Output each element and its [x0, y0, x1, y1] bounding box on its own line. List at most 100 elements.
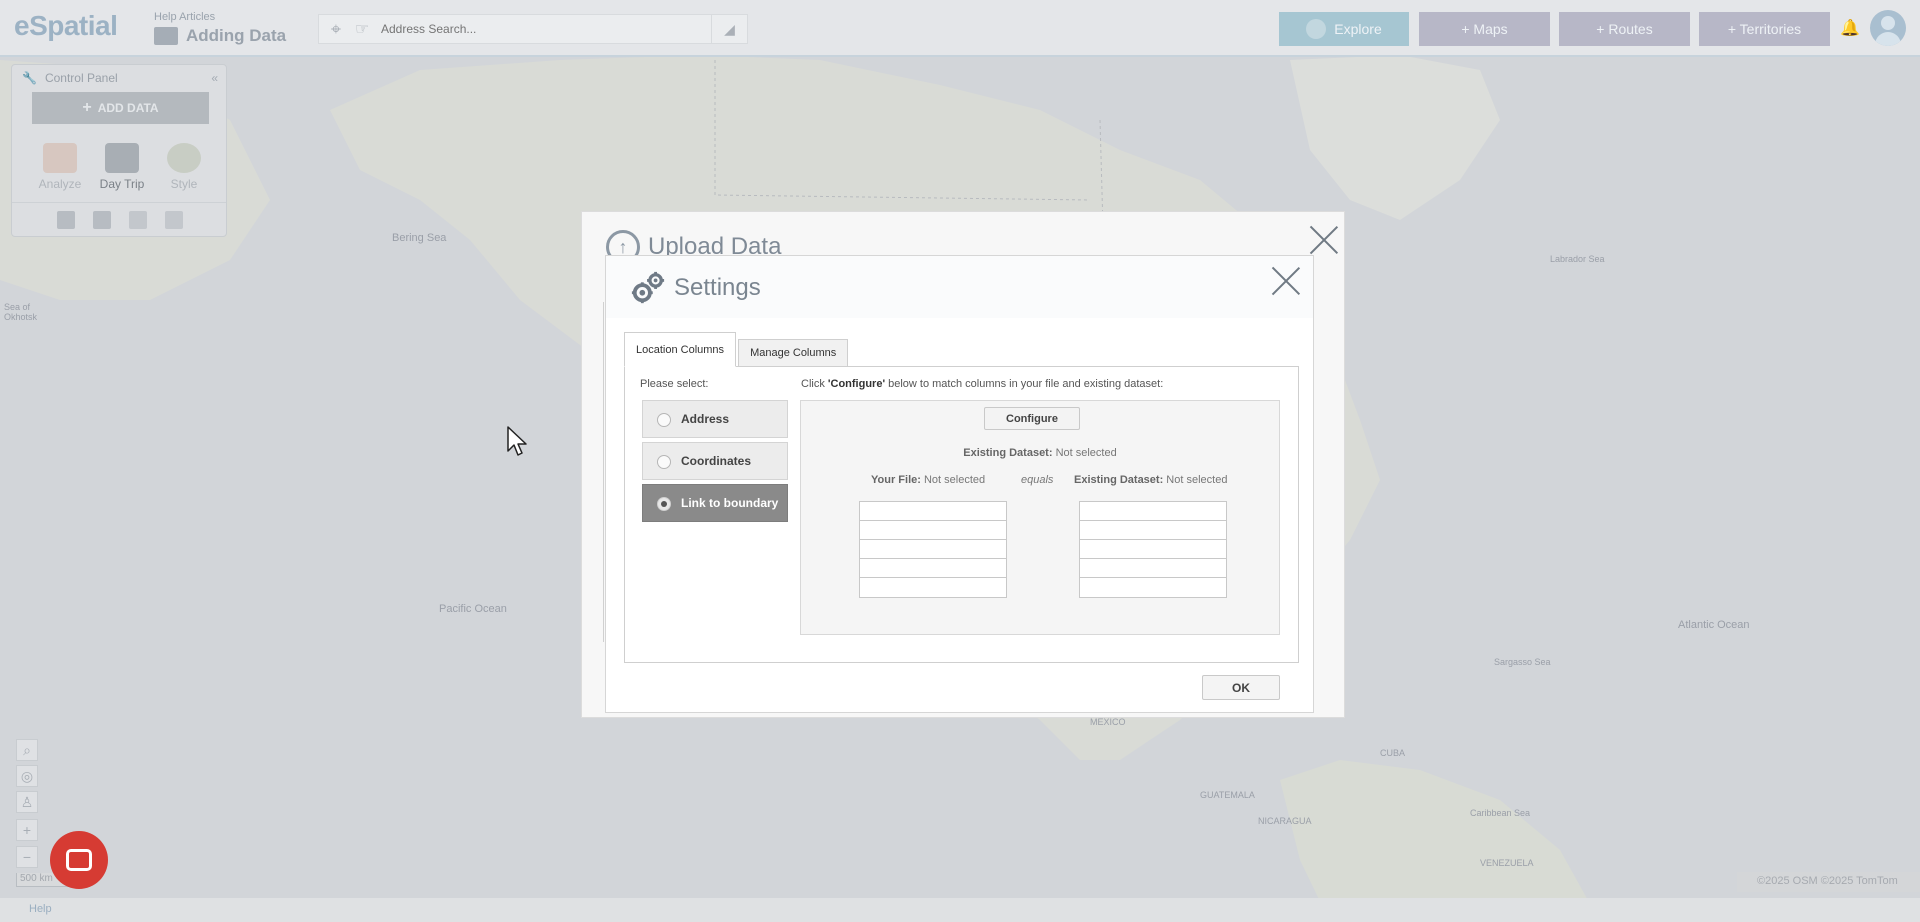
zoom-in-button[interactable]: + [16, 819, 38, 841]
top-bar: eSpatial Help Articles Adding Data ⌖ ☞ ◢… [0, 0, 1920, 57]
explore-button-label: Explore [1334, 21, 1382, 37]
map-label-nicaragua: NICARAGUA [1258, 816, 1312, 826]
please-select-label: Please select: [640, 378, 709, 390]
location-pin-icon[interactable]: ⌖ [323, 16, 349, 42]
list-item[interactable] [1080, 559, 1226, 578]
compass-icon [1306, 19, 1327, 39]
user-avatar[interactable] [1870, 10, 1906, 46]
map-label-venezuela: VENEZUELA [1480, 858, 1534, 868]
map-pointer-icon[interactable]: ☞ [349, 18, 375, 40]
list-item[interactable] [860, 578, 1006, 597]
address-search-input[interactable] [375, 15, 711, 43]
share-icon[interactable] [129, 211, 147, 229]
address-radio[interactable] [657, 413, 671, 427]
mouse-cursor-icon [507, 426, 527, 456]
option-address-label: Address [681, 412, 730, 426]
help-article-title[interactable]: Adding Data [154, 26, 286, 46]
list-item[interactable] [860, 559, 1006, 578]
car-icon [105, 143, 139, 173]
settings-dialog-title: Settings [674, 274, 761, 301]
map-label-atlantic-ocean: Atlantic Ocean [1678, 619, 1750, 631]
existing-dataset-value: Not selected [1052, 447, 1117, 459]
option-link-to-boundary[interactable]: Link to boundary [642, 484, 788, 522]
map-label-pacific-ocean: Pacific Ocean [439, 603, 507, 615]
locate-icon[interactable]: ◎ [16, 765, 38, 787]
day-trip-tool-label: Day Trip [99, 177, 145, 191]
zoom-out-button[interactable]: − [16, 846, 38, 868]
coordinates-radio[interactable] [657, 455, 671, 469]
list-item[interactable] [860, 540, 1006, 559]
control-panel-footer [57, 211, 183, 229]
add-data-button-label: ADD DATA [97, 101, 159, 115]
export-icon[interactable] [165, 211, 183, 229]
collapse-panel-icon[interactable]: « [211, 71, 218, 85]
equals-label: equals [1021, 474, 1054, 486]
add-routes-button[interactable]: + Routes [1559, 12, 1690, 46]
map-label-labrador-sea: Labrador Sea [1550, 254, 1605, 264]
list-item[interactable] [1080, 578, 1226, 597]
control-panel-tools: Analyze Day Trip Style [32, 143, 212, 191]
address-search-bar: ⌖ ☞ ◢ [318, 14, 748, 44]
settings-dialog: Settings Location Columns Manage Columns… [605, 255, 1314, 713]
existing-dataset-column-list[interactable] [1079, 501, 1227, 598]
your-file-column-list[interactable] [859, 501, 1007, 598]
ok-button[interactable]: OK [1202, 675, 1280, 700]
configure-button[interactable]: Configure [984, 407, 1080, 430]
option-coordinates-label: Coordinates [681, 454, 752, 468]
day-trip-tool[interactable]: Day Trip [94, 143, 150, 191]
street-view-icon[interactable]: ♙ [16, 791, 38, 813]
help-articles-label: Help Articles [154, 11, 216, 23]
explore-button[interactable]: Explore [1279, 12, 1409, 46]
existing-dataset-label: Existing Dataset: [963, 447, 1053, 459]
control-panel-header: 🔧 Control Panel [12, 65, 226, 91]
style-tool-label: Style [170, 177, 198, 191]
existing-dataset-column-label: Existing Dataset: [1074, 474, 1164, 486]
add-territories-button[interactable]: + Territories [1699, 12, 1830, 46]
instruction-prefix: Click [801, 378, 828, 390]
add-data-button[interactable]: + ADD DATA [32, 92, 209, 124]
search-options-icon[interactable]: ◢ [711, 15, 747, 43]
map-label-sea-of-okhotsk: Sea of Okhotsk [4, 302, 38, 322]
location-columns-panel: Please select: Address Coordinates Link … [624, 366, 1299, 663]
option-link-to-boundary-label: Link to boundary [681, 496, 779, 510]
map-copyright: ©2025 OSM ©2025 TomTom [1737, 872, 1920, 892]
settings-title-group: Settings [630, 270, 761, 306]
your-file-status: Your File: Not selected [871, 474, 985, 486]
analyze-icon [43, 143, 77, 173]
plus-icon: + [82, 99, 92, 116]
list-item[interactable] [1080, 521, 1226, 540]
option-address[interactable]: Address [642, 400, 788, 438]
list-item[interactable] [860, 521, 1006, 540]
help-link-text[interactable]: Help [29, 903, 52, 915]
wrench-icon: 🔧 [22, 71, 37, 85]
map-label-mexico: MÉXICO [1090, 717, 1126, 727]
chat-button[interactable] [50, 831, 108, 889]
open-folder-icon[interactable] [93, 211, 111, 229]
save-icon[interactable] [57, 211, 75, 229]
existing-dataset-column-status: Existing Dataset: Not selected [1074, 474, 1227, 486]
tab-location-columns[interactable]: Location Columns [624, 332, 737, 367]
espatial-logo[interactable]: eSpatial [14, 10, 118, 42]
analyze-tool[interactable]: Analyze [32, 143, 88, 191]
style-tool[interactable]: Style [156, 143, 212, 191]
instruction-suffix: below to match columns in your file and … [885, 378, 1164, 390]
notification-bell-icon[interactable]: 🔔 [1840, 18, 1860, 38]
option-coordinates[interactable]: Coordinates [642, 442, 788, 480]
map-label-bering-sea: Bering Sea [392, 232, 447, 244]
instruction-configure-word: 'Configure' [827, 378, 886, 390]
list-item[interactable] [860, 502, 1006, 521]
gears-icon [631, 271, 665, 304]
zoom-to-area-icon[interactable]: ⌕ [16, 739, 38, 761]
analyze-tool-label: Analyze [38, 177, 82, 191]
settings-dialog-close-icon[interactable] [1271, 266, 1301, 296]
style-palette-icon [167, 143, 201, 173]
help-article-title-text: Adding Data [186, 26, 287, 45]
map-label-cuba: CUBA [1380, 748, 1406, 758]
list-item[interactable] [1080, 502, 1226, 521]
map-label-sargasso-sea: Sargasso Sea [1494, 657, 1551, 667]
upload-dialog-close-icon[interactable] [1309, 225, 1339, 255]
add-maps-button[interactable]: + Maps [1419, 12, 1550, 46]
link-to-boundary-radio[interactable] [657, 497, 671, 511]
tab-manage-columns[interactable]: Manage Columns [738, 339, 849, 367]
list-item[interactable] [1080, 540, 1226, 559]
